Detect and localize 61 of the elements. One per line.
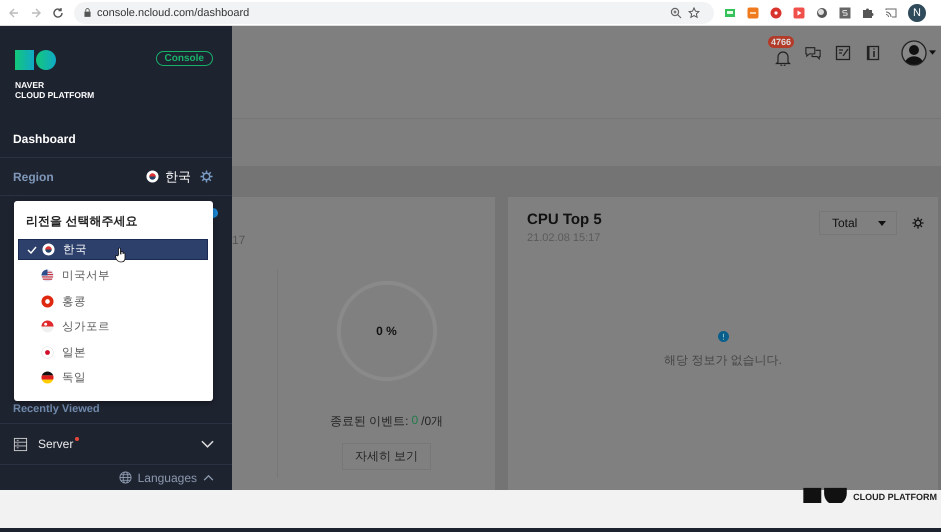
events-label: 종료된 이벤트: (330, 413, 408, 430)
details-button[interactable]: 자세히 보기 (342, 443, 432, 470)
region-option[interactable]: 일본 (18, 342, 208, 362)
region-label: Region (13, 170, 54, 184)
brand-name: NAVER (15, 80, 46, 90)
settings-icon[interactable] (200, 170, 213, 183)
lock-icon (84, 8, 91, 17)
note-icon[interactable] (835, 45, 851, 61)
empty-message: 해당 정보가 없습니다. (664, 352, 782, 369)
dropdown-title: 리전을 선택해주세요 (25, 213, 138, 230)
reload-icon[interactable] (52, 6, 64, 18)
play-icon[interactable] (793, 6, 805, 18)
section-title: Recently Viewed (13, 403, 100, 415)
flag-icon (41, 346, 54, 359)
flag-icon (42, 243, 55, 256)
region-option[interactable]: 독일 (18, 368, 208, 387)
caret-icon (878, 220, 886, 226)
flag-icon (41, 294, 54, 308)
region-value[interactable]: 한국 (165, 168, 191, 186)
chat-icon[interactable] (805, 45, 821, 61)
server-icon (13, 436, 28, 452)
star-icon[interactable] (688, 6, 700, 18)
flag-icon (41, 320, 54, 334)
address-bar[interactable]: console.ncloud.com/dashboard (74, 2, 714, 24)
puzzle-icon[interactable] (862, 6, 874, 18)
flag-icon (146, 170, 159, 183)
caret-icon[interactable] (929, 50, 936, 55)
extension-icon[interactable] (839, 6, 851, 18)
languages-button[interactable]: Languages (118, 470, 214, 484)
card-title: CPU Top 5 (527, 211, 603, 228)
gauge-reading: 0 % (376, 324, 397, 338)
chevron-icon[interactable] (201, 440, 214, 448)
brand-name: CLOUD PLATFORM (853, 492, 937, 502)
flag-icon (41, 269, 54, 282)
cast-icon[interactable] (885, 6, 897, 18)
events-total: /0개 (421, 413, 444, 430)
region-option[interactable]: 한국 (18, 239, 208, 260)
settings-icon[interactable] (912, 217, 924, 229)
globe-icon (118, 471, 132, 484)
profile-avatar[interactable]: N (908, 4, 926, 22)
events-done-count: 0 (411, 413, 418, 429)
hand-cursor-icon (115, 247, 127, 263)
user-avatar-icon[interactable] (901, 40, 927, 66)
filter-select[interactable]: Total (819, 211, 897, 235)
zoom-icon[interactable] (670, 6, 682, 18)
menu-item[interactable]: Server (0, 423, 232, 465)
extension-icon[interactable] (816, 6, 828, 18)
console-badge: Console (156, 51, 213, 66)
region-option[interactable]: 미국서부 (18, 266, 208, 286)
notification-badge: 4766 (768, 36, 794, 48)
region-option[interactable]: 싱가포르 (18, 317, 208, 336)
bell-icon[interactable] (775, 50, 791, 66)
info-icon[interactable] (865, 45, 881, 61)
logo-icon (803, 486, 850, 503)
brand-name: CLOUD PLATFORM (15, 90, 94, 100)
logo-icon (15, 50, 57, 70)
record-icon[interactable] (770, 6, 782, 18)
region-option[interactable]: 홍콩 (18, 292, 208, 311)
flag-icon (41, 370, 54, 384)
check-icon (27, 246, 37, 254)
info-icon (718, 331, 728, 342)
